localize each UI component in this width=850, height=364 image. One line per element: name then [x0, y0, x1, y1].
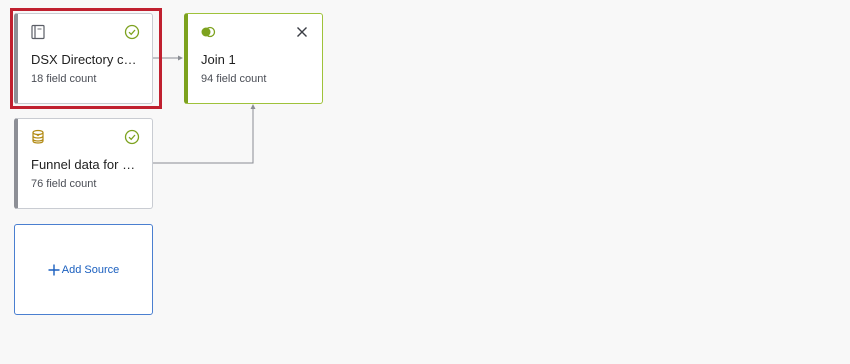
check-circle-icon	[124, 24, 140, 40]
data-model-canvas: DSX Directory contacts 18 field count Fu…	[0, 0, 850, 364]
field-count: 18 field count	[31, 73, 97, 85]
directory-book-icon	[30, 24, 46, 40]
database-stack-icon	[30, 129, 46, 145]
join-circles-icon	[200, 24, 216, 40]
source-title: Funnel data for DSX ...	[31, 157, 141, 172]
source-card-funnel[interactable]: Funnel data for DSX ... 76 field count	[14, 118, 153, 209]
join-card[interactable]: Join 1 94 field count	[184, 13, 323, 104]
source-card-directory[interactable]: DSX Directory contacts 18 field count	[14, 13, 153, 104]
check-circle-icon	[124, 129, 140, 145]
add-source-label: Add Source	[61, 263, 120, 276]
join-title: Join 1	[201, 52, 236, 67]
connector-funnel-to-join	[153, 107, 254, 164]
source-title: DSX Directory contacts	[31, 52, 141, 67]
arrowhead-funnel	[250, 104, 256, 109]
field-count: 94 field count	[201, 73, 267, 85]
arrowhead-directory	[178, 55, 183, 61]
add-source-button[interactable]: Add Source	[14, 224, 153, 315]
field-count: 76 field count	[31, 178, 97, 190]
close-icon[interactable]	[294, 24, 310, 40]
plus-icon	[48, 264, 60, 276]
